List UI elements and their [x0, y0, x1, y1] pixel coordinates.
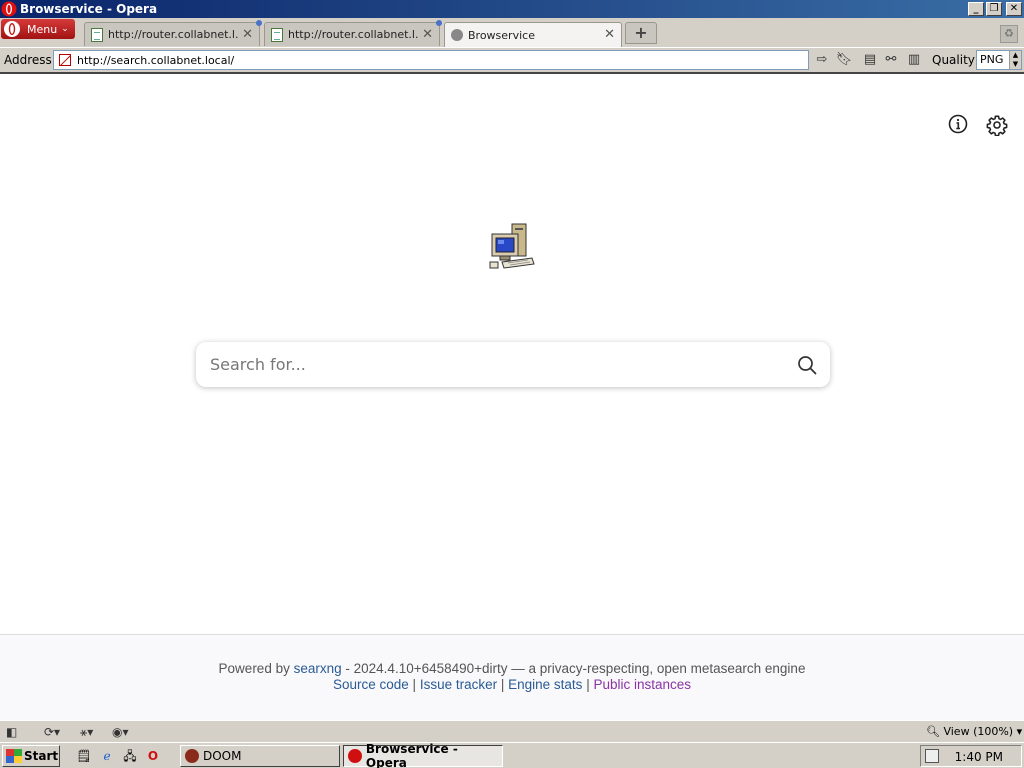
gear-icon[interactable] — [986, 114, 1008, 136]
taskbar: Start 🗒︎ ℯ 🖧︎ O DOOM Browservice - Opera… — [0, 742, 1024, 768]
engine-stats-link[interactable]: Engine stats — [508, 677, 582, 692]
quality-value: PNG — [980, 53, 1004, 66]
opera-logo-icon — [1, 1, 17, 17]
share-icon[interactable]: ⚹▾ — [80, 724, 93, 740]
clipboard-icon[interactable]: ▥ — [905, 51, 923, 69]
tab-label: http://router.collabnet.l... — [108, 28, 238, 41]
page-icon — [271, 27, 283, 42]
new-tab-button[interactable]: + — [625, 22, 657, 44]
zoom-label: View (100%) — [943, 725, 1014, 738]
close-window-button[interactable]: ✕ — [1006, 2, 1022, 16]
system-tray: 1:40 PM — [920, 745, 1022, 767]
sync-icon[interactable]: ⟳▾ — [44, 724, 60, 740]
restore-button[interactable]: ❐ — [986, 2, 1002, 16]
search-box — [196, 342, 830, 387]
window-title: Browservice - Opera — [20, 2, 158, 16]
tab-bar: Menu ⌄ http://router.collabnet.l... ✕ ht… — [0, 18, 1024, 47]
page-footer: Powered by searxng - 2024.4.10+6458490+d… — [0, 634, 1024, 722]
tab-browservice[interactable]: Browservice ✕ — [444, 22, 622, 47]
searxng-link[interactable]: searxng — [294, 661, 342, 676]
start-label: Start — [24, 749, 59, 763]
address-field[interactable]: http://search.collabnet.local/ — [53, 50, 809, 70]
issue-tracker-link[interactable]: Issue tracker — [420, 677, 497, 692]
source-code-link[interactable]: Source code — [333, 677, 409, 692]
chevron-down-icon: ⌄ — [61, 24, 69, 34]
status-bar: ◧ ⟳▾ ⚹▾ ◉▾ 🔍︎ View (100%) ▾ — [0, 720, 1024, 742]
web-page: Powered by searxng - 2024.4.10+6458490+d… — [0, 72, 1024, 722]
task-label: Browservice - Opera — [365, 742, 458, 768]
bookmark-icon[interactable]: 🔖︎ — [835, 51, 853, 69]
panel-toggle-icon[interactable]: ◧ — [6, 724, 17, 740]
address-label: Address — [4, 52, 52, 67]
tray-network-icon[interactable] — [925, 749, 939, 763]
computer-logo-icon — [489, 223, 535, 269]
search-icon[interactable] — [796, 354, 818, 376]
close-tab-icon[interactable]: ✕ — [242, 27, 253, 42]
tab-label: http://router.collabnet.l... — [288, 28, 418, 41]
tab-indicator-dot — [256, 20, 262, 26]
opera-logo-icon — [348, 749, 362, 763]
minimize-button[interactable]: _ — [968, 2, 984, 16]
quality-label: Quality — [932, 53, 975, 67]
tab-router-2[interactable]: http://router.collabnet.l... ✕ — [264, 20, 442, 46]
tab-indicator-dot — [436, 20, 442, 26]
trash-icon[interactable]: ♻ — [1000, 25, 1018, 43]
start-button[interactable]: Start — [2, 745, 60, 767]
address-toolbar: Address http://search.collabnet.local/ ⇨… — [0, 47, 1024, 71]
opera-logo-icon — [4, 21, 20, 37]
internet-explorer-icon[interactable]: ℯ — [99, 748, 115, 764]
tab-label: Browservice — [468, 28, 535, 42]
taskbar-item-doom[interactable]: DOOM — [180, 745, 340, 767]
menu-label: Menu — [27, 22, 58, 36]
close-tab-icon[interactable]: ✕ — [422, 27, 433, 42]
opera-quicklaunch-icon[interactable]: O — [145, 748, 161, 764]
version-text: - 2024.4.10+6458490+dirty — a privacy-re… — [345, 661, 806, 676]
zoom-magnifier-icon: 🔍︎ — [926, 725, 940, 738]
link-separator: | — [500, 677, 505, 692]
show-desktop-icon[interactable]: 🗒︎ — [76, 748, 92, 764]
close-tab-icon[interactable]: ✕ — [604, 27, 615, 42]
opera-menu-button[interactable]: Menu ⌄ — [1, 19, 75, 39]
address-url: http://search.collabnet.local/ — [77, 53, 235, 67]
loading-dots-icon — [451, 29, 463, 41]
insecure-page-icon — [59, 54, 71, 66]
doom-icon — [185, 749, 199, 763]
info-icon[interactable] — [948, 114, 968, 134]
windows-logo-icon — [6, 749, 22, 763]
tab-router-1[interactable]: http://router.collabnet.l... ✕ — [84, 20, 262, 46]
zoom-control[interactable]: 🔍︎ View (100%) ▾ — [926, 725, 1022, 738]
link-separator: | — [586, 677, 590, 692]
notes-icon[interactable]: ▤ — [861, 51, 879, 69]
spinner-arrows-icon[interactable]: ▲ ▼ — [1009, 51, 1021, 69]
public-instances-link[interactable]: Public instances — [593, 677, 691, 692]
taskbar-item-opera[interactable]: Browservice - Opera — [343, 742, 503, 768]
go-arrow-icon[interactable]: ⇨ — [813, 51, 831, 69]
window-titlebar: Browservice - Opera _ ❐ ✕ — [0, 0, 1024, 18]
search-input[interactable] — [210, 355, 770, 374]
page-icon — [91, 27, 103, 42]
link-separator: | — [412, 677, 417, 692]
task-label: DOOM — [203, 749, 242, 763]
chevron-down-icon: ▾ — [1016, 725, 1023, 738]
find-binoculars-icon[interactable]: ⚯ — [882, 51, 900, 69]
clock: 1:40 PM — [954, 750, 1003, 764]
network-icon[interactable]: 🖧︎ — [122, 748, 138, 764]
turbo-icon[interactable]: ◉▾ — [112, 724, 129, 740]
quality-select[interactable]: PNG ▲ ▼ — [976, 50, 1022, 70]
powered-by-text: Powered by — [218, 661, 290, 676]
